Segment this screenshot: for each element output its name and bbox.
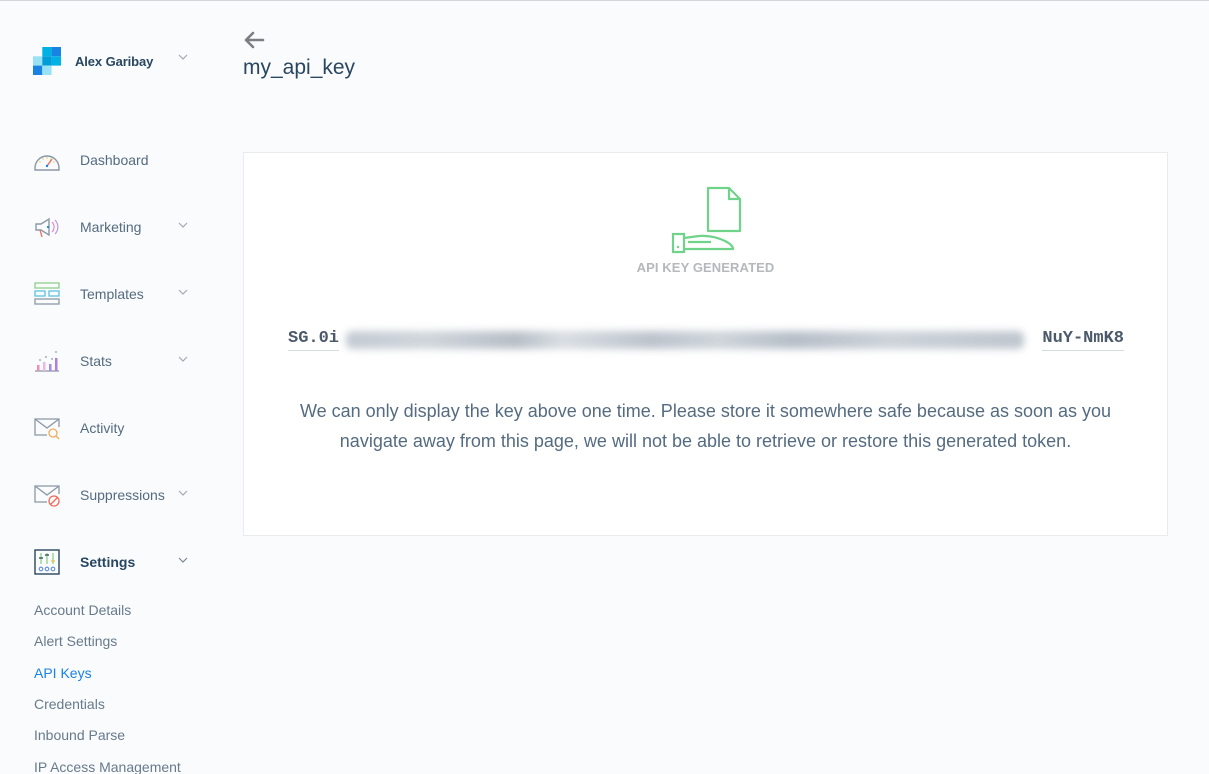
settings-subitem-ip-access-management[interactable]: IP Access Management <box>34 759 181 774</box>
settings-subitem-alert-settings[interactable]: Alert Settings <box>34 633 117 649</box>
sidebar-item-label: Settings <box>80 554 136 570</box>
bar-chart-icon <box>33 347 61 375</box>
chevron-down-icon <box>178 54 188 60</box>
templates-layout-icon <box>33 280 61 308</box>
sendgrid-logo-icon <box>33 47 61 75</box>
settings-subitem-credentials[interactable]: Credentials <box>34 696 105 712</box>
sidebar-item-label: Suppressions <box>80 487 165 503</box>
api-key-obscured-segment <box>346 331 1024 349</box>
account-switcher[interactable]: Alex Garibay <box>33 47 193 75</box>
sidebar: Alex Garibay Dashboard Marketing Templat… <box>0 1 210 774</box>
megaphone-icon <box>33 213 61 241</box>
sidebar-item-suppressions[interactable]: Suppressions <box>33 480 193 510</box>
sidebar-item-label: Dashboard <box>80 152 149 168</box>
envelope-search-icon <box>33 414 61 442</box>
one-time-display-notice: We can only display the key above one ti… <box>299 401 1112 451</box>
account-name: Alex Garibay <box>75 53 154 69</box>
envelope-blocked-icon <box>33 481 61 509</box>
chevron-down-icon <box>178 557 188 563</box>
sidebar-item-label: Templates <box>80 286 144 302</box>
sidebar-item-label: Marketing <box>80 219 142 235</box>
settings-subitem-api-keys[interactable]: API Keys <box>34 665 92 681</box>
chevron-down-icon <box>178 490 188 496</box>
status-label: API KEY GENERATED <box>636 260 775 275</box>
chevron-down-icon <box>178 289 188 295</box>
dashboard-gauge-icon <box>33 146 61 174</box>
sidebar-item-stats[interactable]: Stats <box>33 346 193 376</box>
sidebar-item-label: Stats <box>80 353 112 369</box>
api-key-prefix: SG.0i <box>288 329 340 351</box>
page-title: my_api_key <box>243 56 356 79</box>
sidebar-item-marketing[interactable]: Marketing <box>33 212 193 242</box>
api-key-generated-card: API KEY GENERATED SG.0i NuY-NmK8 We can … <box>243 152 1168 536</box>
settings-subitem-inbound-parse[interactable]: Inbound Parse <box>34 727 125 743</box>
hand-document-icon <box>671 186 743 256</box>
api-key-suffix: NuY-NmK8 <box>1042 329 1124 351</box>
sidebar-item-label: Activity <box>80 420 125 436</box>
sidebar-item-activity[interactable]: Activity <box>33 413 193 443</box>
api-key-value[interactable]: SG.0i NuY-NmK8 <box>288 329 1124 353</box>
settings-subitem-account-details[interactable]: Account Details <box>34 602 131 618</box>
sidebar-item-settings[interactable]: Settings <box>33 547 193 577</box>
chevron-down-icon <box>178 222 188 228</box>
sidebar-item-templates[interactable]: Templates <box>33 279 193 309</box>
sidebar-item-dashboard[interactable]: Dashboard <box>33 145 193 175</box>
settings-sliders-icon <box>33 548 61 576</box>
arrow-left-icon[interactable] <box>243 31 265 49</box>
chevron-down-icon <box>178 356 188 362</box>
